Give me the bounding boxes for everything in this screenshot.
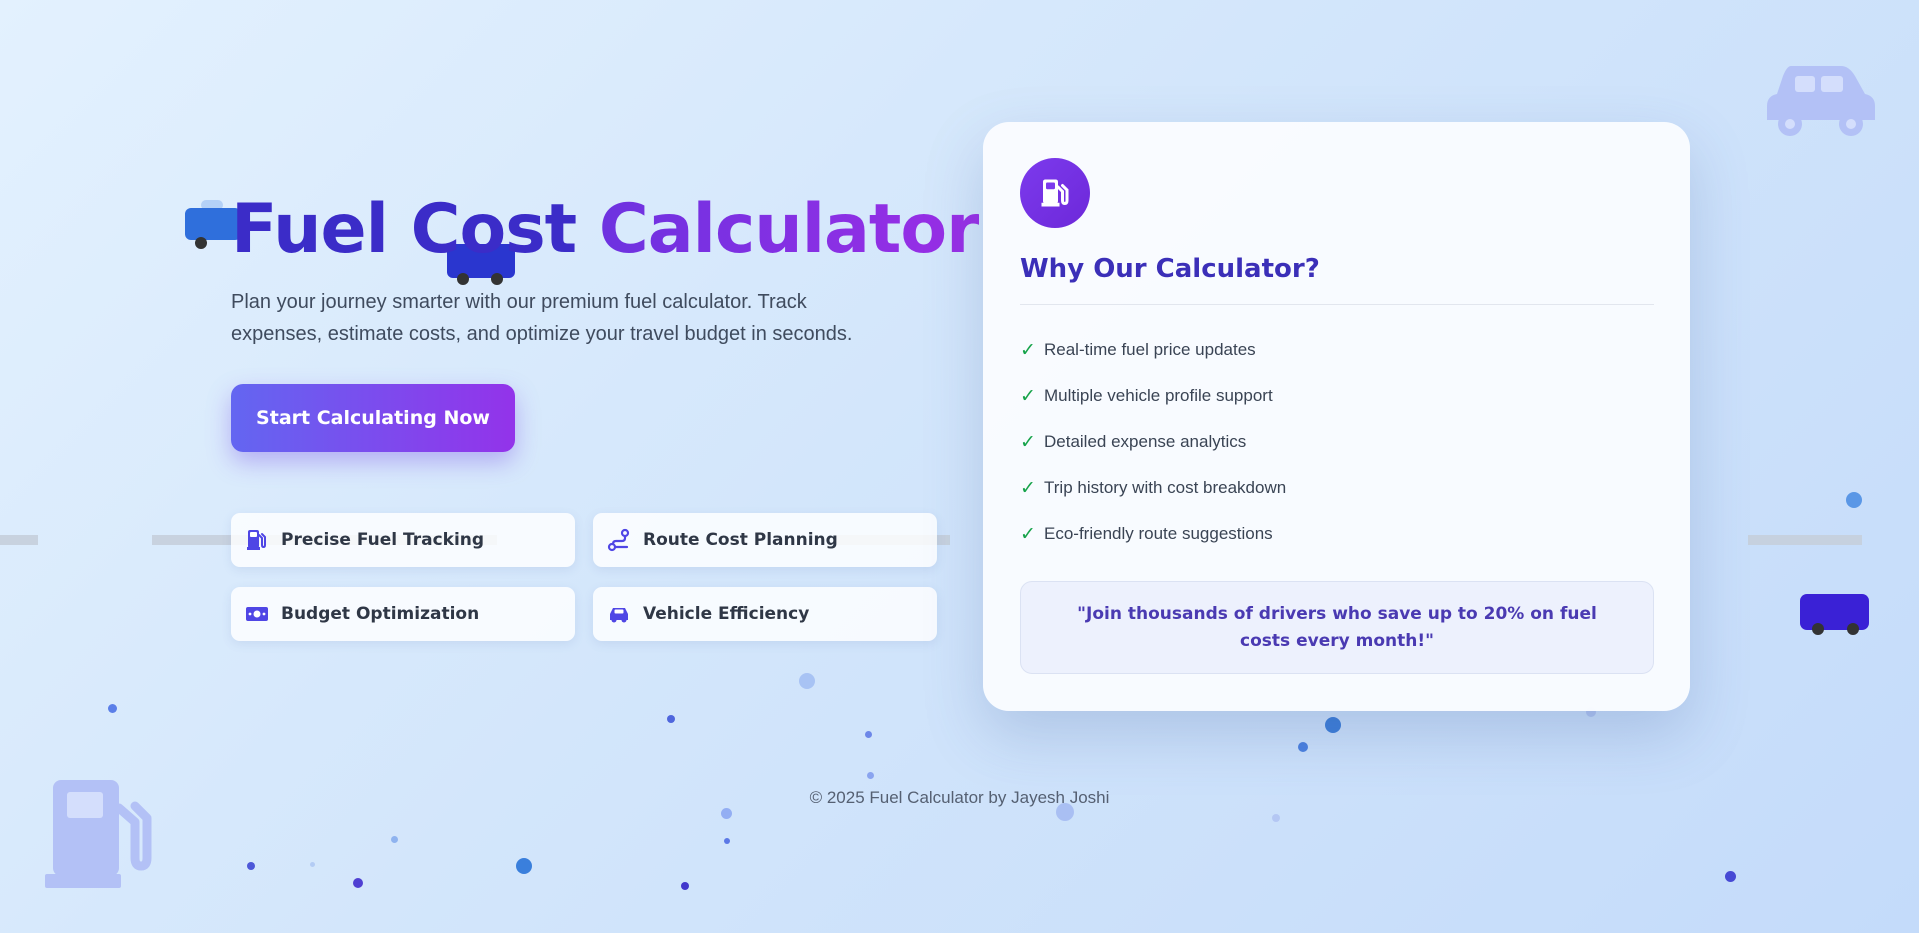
feature-budget-optimization[interactable]: Budget Optimization [231, 587, 575, 641]
bubble [799, 673, 815, 689]
bubble [1325, 717, 1341, 733]
title-part-2: Calculator [598, 190, 980, 269]
bubble [391, 836, 398, 843]
car-icon [1767, 66, 1875, 136]
money-icon [246, 607, 268, 621]
benefit-text: Trip history with cost breakdown [1044, 478, 1287, 497]
route-icon [607, 528, 630, 552]
bubble [247, 862, 255, 870]
feature-grid: Precise Fuel Tracking Route Cost Plannin… [231, 513, 939, 641]
fuel-pump-icon [247, 530, 266, 550]
bubble [1725, 871, 1736, 882]
list-item: ✓ Real-time fuel price updates [1020, 327, 1654, 373]
check-icon: ✓ [1020, 431, 1036, 453]
bubble [1846, 492, 1862, 508]
road-stripe [1748, 535, 1862, 545]
list-item: ✓ Eco-friendly route suggestions [1020, 511, 1654, 557]
bubble [681, 882, 689, 890]
feature-label: Route Cost Planning [643, 530, 838, 550]
bubble [1298, 742, 1308, 752]
hero-subtitle: Plan your journey smarter with our premi… [231, 291, 853, 345]
bubble [865, 731, 872, 738]
bus-icon [1800, 594, 1869, 635]
footer-copyright: © 2025 Fuel Calculator by Jayesh Joshi [809, 788, 1110, 807]
bubble [108, 704, 117, 713]
hero-section: Fuel Cost Calculator Plan your journey s… [231, 190, 980, 452]
bubble [1272, 814, 1280, 822]
benefit-text: Multiple vehicle profile support [1044, 386, 1273, 405]
bubble [353, 878, 363, 888]
page-title: Fuel Cost Calculator [231, 190, 980, 270]
feature-label: Precise Fuel Tracking [281, 530, 485, 550]
card-heading: Why Our Calculator? [1020, 254, 1654, 305]
benefit-list: ✓ Real-time fuel price updates ✓ Multiple … [1020, 327, 1654, 557]
title-part-1: Fuel Cost [231, 190, 577, 269]
bubble [667, 715, 675, 723]
list-item: ✓ Trip history with cost breakdown [1020, 465, 1654, 511]
bubble [867, 772, 874, 779]
list-item: ✓ Detailed expense analytics [1020, 419, 1654, 465]
card-badge [1020, 158, 1090, 228]
benefit-text: Real-time fuel price updates [1044, 340, 1256, 359]
testimonial-quote: "Join thousands of drivers who save up t… [1020, 581, 1654, 674]
feature-label: Budget Optimization [281, 604, 480, 624]
benefit-text: Detailed expense analytics [1044, 432, 1247, 451]
road-stripe [0, 535, 38, 545]
bubble [721, 808, 732, 819]
check-icon: ✓ [1020, 385, 1036, 407]
why-calculator-card: Why Our Calculator? ✓ Real-time fuel pric… [983, 122, 1690, 711]
car-icon [610, 608, 628, 623]
check-icon: ✓ [1020, 339, 1036, 361]
bubble [310, 862, 315, 867]
benefit-text: Eco-friendly route suggestions [1044, 524, 1273, 543]
list-item: ✓ Multiple vehicle profile support [1020, 373, 1654, 419]
feature-vehicle-efficiency[interactable]: Vehicle Efficiency [593, 587, 937, 641]
feature-route-cost-planning[interactable]: Route Cost Planning [593, 513, 937, 567]
feature-precise-fuel-tracking[interactable]: Precise Fuel Tracking [231, 513, 575, 567]
check-icon: ✓ [1020, 523, 1036, 545]
feature-label: Vehicle Efficiency [643, 604, 810, 624]
fuel-pump-icon [1041, 179, 1069, 207]
bubble [724, 838, 730, 844]
bubble [516, 858, 532, 874]
check-icon: ✓ [1020, 477, 1036, 499]
start-calculating-button[interactable]: Start Calculating Now [231, 384, 515, 452]
